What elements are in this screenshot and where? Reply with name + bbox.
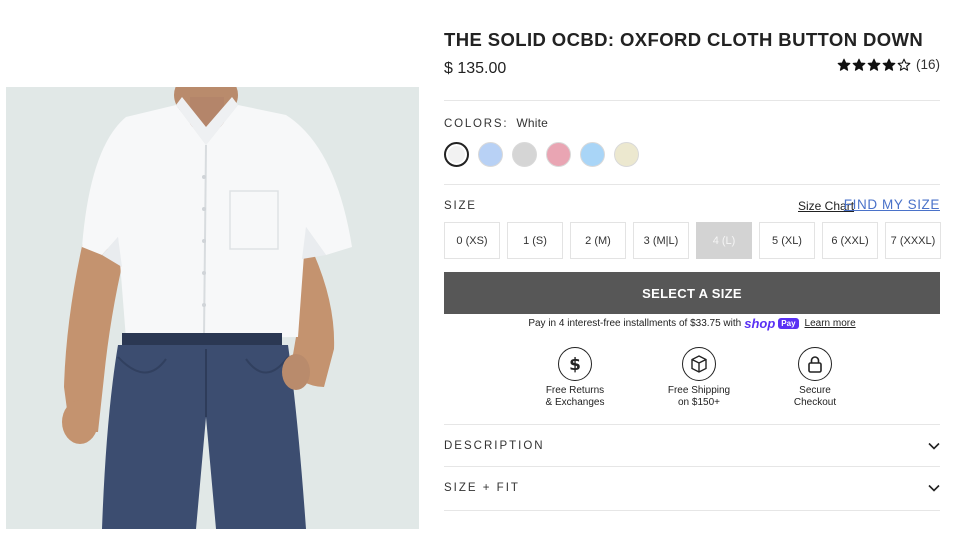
color-swatch-white[interactable] bbox=[444, 142, 469, 167]
shop-pay-logo: shop bbox=[744, 316, 776, 331]
perk-line-2: & Exchanges bbox=[545, 397, 605, 408]
star-filled-icon bbox=[852, 58, 866, 71]
perk-secure-checkout: Secure Checkout bbox=[760, 347, 870, 409]
size-option[interactable]: 2 (M) bbox=[570, 222, 626, 259]
color-swatch-light-grey[interactable] bbox=[512, 142, 537, 167]
perk-line-1: Free Shipping bbox=[667, 385, 731, 396]
product-rating[interactable]: (16) bbox=[837, 57, 940, 72]
size-option[interactable]: 1 (S) bbox=[507, 222, 563, 259]
learn-more-link[interactable]: Learn more bbox=[805, 318, 856, 329]
product-photo-illustration bbox=[6, 87, 419, 529]
perk-line-1: Secure bbox=[799, 385, 831, 396]
star-filled-icon bbox=[882, 58, 896, 71]
shop-pay-badge: Pay bbox=[778, 318, 799, 329]
star-filled-icon bbox=[867, 58, 881, 71]
size-option[interactable]: 0 (XS) bbox=[444, 222, 500, 259]
divider bbox=[444, 510, 940, 511]
star-filled-icon bbox=[837, 58, 851, 71]
installments-text: Pay in 4 interest-free installments of $… bbox=[528, 318, 742, 329]
rating-stars bbox=[837, 58, 911, 72]
size-options: 0 (XS) 1 (S) 2 (M) 3 (M|L) 4 (L) 5 (XL) 6 (XXL… bbox=[444, 222, 941, 259]
product-title: THE SOLID OCBD: OXFORD CLOTH BUTTON DOWN bbox=[444, 29, 924, 50]
divider bbox=[444, 100, 940, 101]
star-empty-icon bbox=[897, 58, 911, 71]
review-count: (16) bbox=[915, 57, 940, 72]
size-option[interactable]: 7 (XXXL) bbox=[885, 222, 941, 259]
size-option[interactable]: 6 (XXL) bbox=[822, 222, 878, 259]
perk-free-returns: $ Free Returns & Exchanges bbox=[520, 347, 630, 409]
perk-line-2: on $150+ bbox=[678, 397, 720, 408]
find-my-size-link[interactable]: FIND MY SIZE bbox=[844, 197, 940, 212]
size-option[interactable]: 3 (M|L) bbox=[633, 222, 689, 259]
accordion-label: SIZE + FIT bbox=[444, 482, 520, 494]
divider bbox=[444, 184, 940, 185]
perk-line-1: Free Returns bbox=[545, 385, 605, 396]
dollar-icon: $ bbox=[558, 347, 592, 381]
size-heading: SIZE bbox=[444, 200, 477, 212]
color-swatch-light-blue[interactable] bbox=[478, 142, 503, 167]
perk-line-2: Checkout bbox=[793, 397, 837, 408]
color-swatches bbox=[444, 142, 639, 167]
size-option[interactable]: 4 (L) bbox=[696, 222, 752, 259]
selected-color: White bbox=[516, 116, 549, 130]
select-size-button[interactable]: SELECT A SIZE bbox=[444, 272, 940, 314]
svg-text:$: $ bbox=[569, 355, 581, 374]
color-swatch-pink[interactable] bbox=[546, 142, 571, 167]
product-image[interactable] bbox=[6, 87, 419, 529]
box-icon bbox=[682, 347, 716, 381]
description-accordion[interactable]: DESCRIPTION bbox=[444, 425, 940, 467]
perk-free-shipping: Free Shipping on $150+ bbox=[644, 347, 754, 409]
colors-label: COLORS: bbox=[444, 118, 509, 130]
shop-pay-installments: Pay in 4 interest-free installments of $… bbox=[444, 316, 940, 331]
size-fit-accordion[interactable]: SIZE + FIT bbox=[444, 467, 940, 509]
chevron-down-icon bbox=[928, 484, 940, 492]
color-swatch-ecru[interactable] bbox=[614, 142, 639, 167]
chevron-down-icon bbox=[928, 442, 940, 450]
color-swatch-sky-blue[interactable] bbox=[580, 142, 605, 167]
accordion-label: DESCRIPTION bbox=[444, 440, 545, 452]
lock-icon bbox=[798, 347, 832, 381]
size-option[interactable]: 5 (XL) bbox=[759, 222, 815, 259]
colors-heading: COLORS: White bbox=[444, 116, 548, 130]
product-price: $ 135.00 bbox=[444, 60, 507, 77]
